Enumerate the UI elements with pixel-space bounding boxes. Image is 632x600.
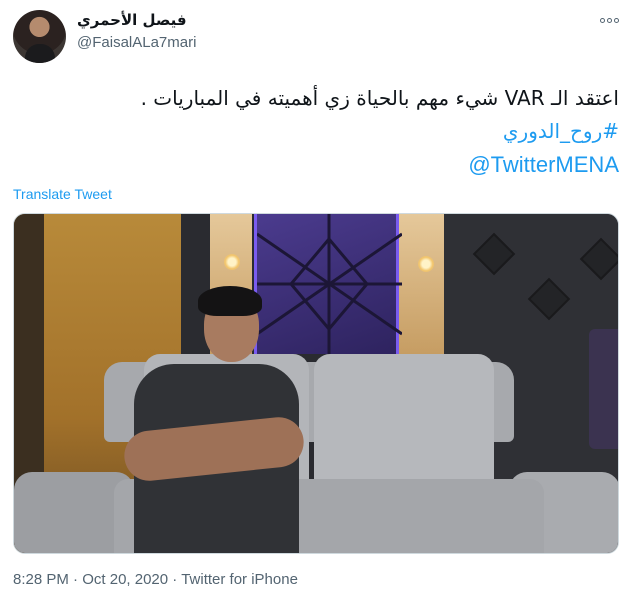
translate-tweet-link[interactable]: Translate Tweet	[13, 186, 112, 202]
user-name-block[interactable]: فيصل الأحمري @FaisalALa7mari	[77, 10, 196, 53]
dot	[600, 17, 605, 23]
more-options-icon[interactable]	[600, 14, 620, 26]
mention-link[interactable]: @TwitterMENA	[468, 148, 619, 181]
wall-lamp-icon	[224, 254, 240, 270]
avatar[interactable]	[13, 10, 66, 63]
hashtag-link[interactable]: #روح_الدوري	[19, 115, 619, 148]
separator: ·	[68, 571, 83, 588]
tweet-date[interactable]: Oct 20, 2020	[82, 571, 168, 588]
dot	[607, 17, 612, 23]
tweet-image[interactable]	[13, 213, 619, 554]
tweet-body-line: اعتقد الـ VAR شيء مهم بالحياة زي أهميته …	[140, 86, 619, 110]
user-handle[interactable]: @FaisalALa7mari	[77, 33, 196, 53]
tweet-text: اعتقد الـ VAR شيء مهم بالحياة زي أهميته …	[19, 82, 619, 182]
tweet-time[interactable]: 8:28 PM	[13, 571, 69, 588]
display-name[interactable]: فيصل الأحمري	[77, 10, 196, 30]
tweet-metadata: 8:28 PM · Oct 20, 2020 · Twitter for iPh…	[13, 571, 298, 588]
geometric-pattern-icon	[256, 214, 403, 354]
person-hair	[198, 286, 262, 316]
gaming-chair	[589, 329, 618, 449]
tweet-source[interactable]: Twitter for iPhone	[181, 571, 298, 588]
separator: ·	[168, 571, 182, 588]
decorative-panel	[254, 214, 403, 354]
background-pillar	[399, 214, 449, 364]
wall-lamp-icon	[418, 256, 434, 272]
avatar-figure	[25, 44, 55, 63]
dot	[614, 17, 619, 23]
